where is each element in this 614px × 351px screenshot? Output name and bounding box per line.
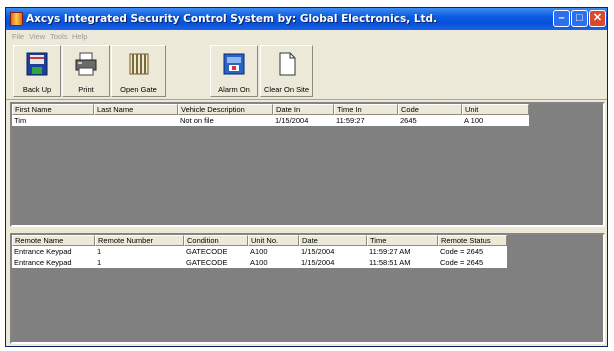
- menu-view[interactable]: View: [29, 32, 45, 41]
- col-unit[interactable]: Unit: [462, 104, 529, 115]
- alarm-icon: [223, 53, 245, 75]
- cell-remote-status: Code = 2645: [440, 247, 484, 256]
- cell-date: 1/15/2004: [301, 247, 335, 256]
- cell-unit-no: A100: [250, 258, 268, 267]
- col-date-in[interactable]: Date In: [273, 104, 334, 115]
- window-title: Axcys Integrated Security Control System…: [26, 13, 438, 25]
- col-unit-no[interactable]: Unit No.: [248, 235, 299, 246]
- cell-remote-number: 1: [97, 258, 102, 267]
- cell-condition: GATECODE: [186, 258, 228, 267]
- remote-header-row: Remote Name Remote Number Condition Unit…: [12, 235, 507, 246]
- maximize-button[interactable]: □: [571, 10, 588, 27]
- menu-bar: File View Tools Help: [6, 30, 607, 44]
- minimize-button[interactable]: –: [553, 10, 570, 27]
- col-remote-number[interactable]: Remote Number: [95, 235, 184, 246]
- alarm-on-label: Alarm On: [218, 85, 250, 94]
- close-button[interactable]: ✕: [589, 10, 606, 27]
- menu-tools[interactable]: Tools: [50, 32, 68, 41]
- col-last-name[interactable]: Last Name: [94, 104, 178, 115]
- cell-time: 11:58:51 AM: [369, 258, 411, 267]
- menu-help[interactable]: Help: [72, 32, 87, 41]
- title-bar[interactable]: Axcys Integrated Security Control System…: [6, 8, 607, 30]
- printer-icon: [75, 52, 97, 76]
- cell-date: 1/15/2004: [301, 258, 335, 267]
- cell-remote-name: Entrance Keypad: [14, 247, 72, 256]
- blank-document-icon: [279, 52, 295, 76]
- print-label: Print: [78, 85, 94, 94]
- onsite-header-row: First Name Last Name Vehicle Description…: [12, 104, 529, 115]
- cell-vehicle-description: Not on file: [180, 116, 214, 125]
- cell-condition: GATECODE: [186, 247, 228, 256]
- floppy-disk-icon: [26, 52, 48, 76]
- cell-remote-status: Code = 2645: [440, 258, 484, 267]
- col-remote-status[interactable]: Remote Status: [438, 235, 507, 246]
- cell-code: 2645: [400, 116, 417, 125]
- toolbar: Back Up Print Open Gate Alarm On Clear O…: [6, 44, 607, 100]
- onsite-grid[interactable]: First Name Last Name Vehicle Description…: [10, 102, 605, 227]
- cell-time-in: 11:59:27: [336, 116, 365, 125]
- gate-icon: [129, 53, 148, 75]
- remote-table: Remote Name Remote Number Condition Unit…: [12, 235, 507, 268]
- cell-remote-name: Entrance Keypad: [14, 258, 72, 267]
- clear-on-site-button[interactable]: Clear On Site: [260, 45, 313, 97]
- back-up-label: Back Up: [22, 85, 52, 94]
- alarm-on-button[interactable]: Alarm On: [210, 45, 258, 97]
- table-row[interactable]: Tim Not on file 1/15/2004 11:59:27 2645 …: [12, 115, 529, 126]
- back-up-button[interactable]: Back Up: [13, 45, 61, 97]
- cell-remote-number: 1: [97, 247, 102, 256]
- clear-on-site-label: Clear On Site: [263, 85, 310, 94]
- table-row[interactable]: Entrance Keypad 1 GATECODE A100 1/15/200…: [12, 246, 507, 257]
- col-vehicle-description[interactable]: Vehicle Description: [178, 104, 273, 115]
- app-window: Axcys Integrated Security Control System…: [5, 7, 608, 347]
- col-time-in[interactable]: Time In: [334, 104, 398, 115]
- open-gate-label: Open Gate: [120, 85, 157, 94]
- cell-last-name: [94, 115, 178, 126]
- col-date[interactable]: Date: [299, 235, 367, 246]
- cell-unit-no: A100: [250, 247, 268, 256]
- col-first-name[interactable]: First Name: [12, 104, 94, 115]
- col-condition[interactable]: Condition: [184, 235, 248, 246]
- remote-grid[interactable]: Remote Name Remote Number Condition Unit…: [10, 233, 605, 344]
- app-icon: [10, 12, 23, 26]
- cell-unit: A 100: [464, 116, 484, 125]
- open-gate-button[interactable]: Open Gate: [111, 45, 166, 97]
- table-row[interactable]: Entrance Keypad 1 GATECODE A100 1/15/200…: [12, 257, 507, 268]
- col-time[interactable]: Time: [367, 235, 438, 246]
- menu-file[interactable]: File: [12, 32, 24, 41]
- onsite-table: First Name Last Name Vehicle Description…: [12, 104, 529, 126]
- cell-date-in: 1/15/2004: [275, 116, 309, 125]
- col-remote-name[interactable]: Remote Name: [12, 235, 95, 246]
- print-button[interactable]: Print: [62, 45, 110, 97]
- cell-time: 11:59:27 AM: [369, 247, 411, 256]
- col-code[interactable]: Code: [398, 104, 462, 115]
- cell-first-name: Tim: [14, 116, 27, 125]
